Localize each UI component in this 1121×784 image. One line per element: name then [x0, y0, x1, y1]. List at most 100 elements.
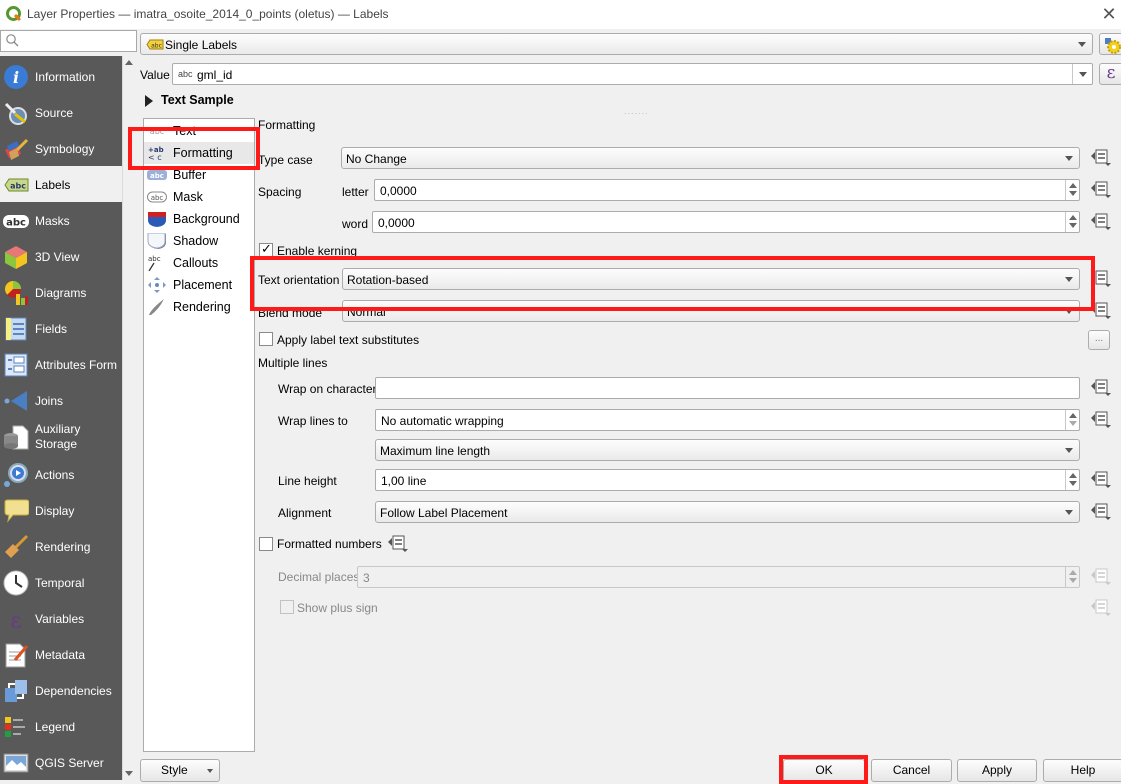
- sidebar-item-source[interactable]: Source: [0, 94, 122, 130]
- labels-icon: abc: [4, 178, 29, 192]
- data-defined-override-button[interactable]: [1090, 301, 1114, 323]
- data-defined-override-button[interactable]: [1090, 567, 1114, 589]
- decimal-places-spinner[interactable]: [1065, 567, 1079, 587]
- spin-up-icon[interactable]: [1069, 215, 1077, 220]
- sidebar-item-display[interactable]: Display: [0, 492, 122, 528]
- sidebar-item-labels[interactable]: abc Labels: [0, 166, 122, 202]
- sidebar-scrollbar[interactable]: [122, 56, 136, 780]
- word-spacing-input[interactable]: 0,0000: [372, 211, 1080, 233]
- sidebar-item-dependencies[interactable]: Dependencies: [0, 672, 122, 708]
- help-button[interactable]: Help: [1043, 759, 1121, 782]
- sidebar-item-masks[interactable]: abc Masks: [0, 202, 122, 238]
- spin-up-icon[interactable]: [1069, 183, 1077, 188]
- tab-callouts[interactable]: abc Callouts: [144, 252, 254, 274]
- letter-spacing-input[interactable]: 0,0000: [374, 179, 1080, 201]
- show-plus-sign-checkbox[interactable]: [280, 600, 294, 614]
- sidebar-item-diagrams[interactable]: Diagrams: [0, 274, 122, 310]
- spin-down-icon[interactable]: [1069, 578, 1077, 583]
- wrap-mode-select[interactable]: Maximum line length: [375, 439, 1080, 461]
- data-defined-override-button[interactable]: [1090, 180, 1114, 202]
- tab-mask[interactable]: abc Mask: [144, 186, 254, 208]
- sidebar-item-label: Actions: [35, 468, 75, 482]
- apply-substitutes-checkbox[interactable]: [259, 332, 273, 346]
- sidebar-item-actions[interactable]: Actions: [0, 456, 122, 492]
- scroll-up-icon[interactable]: [125, 60, 133, 65]
- alignment-select[interactable]: Follow Label Placement: [375, 501, 1080, 523]
- sidebar-item-auxiliary-storage[interactable]: Auxiliary Storage: [0, 418, 122, 454]
- sidebar-item-metadata[interactable]: Metadata: [0, 636, 122, 672]
- data-defined-override-button[interactable]: [1090, 378, 1114, 400]
- sidebar-item-attributes-form[interactable]: Attributes Form: [0, 346, 122, 382]
- tab-shadow[interactable]: Shadow: [144, 230, 254, 252]
- data-defined-override-button[interactable]: [1090, 410, 1114, 432]
- spin-down-icon[interactable]: [1069, 223, 1077, 228]
- sidebar-item-symbology[interactable]: Symbology: [0, 130, 122, 166]
- apply-button[interactable]: Apply: [957, 759, 1037, 782]
- spin-up-icon[interactable]: [1069, 473, 1077, 478]
- spin-down-icon[interactable]: [1069, 481, 1077, 486]
- splitter-handle[interactable]: .......: [624, 106, 649, 116]
- sidebar-item-label: Legend: [35, 720, 76, 734]
- tab-placement[interactable]: Placement: [144, 274, 254, 296]
- tab-label: Rendering: [173, 300, 231, 314]
- sidebar-item-variables[interactable]: ε Variables: [0, 600, 122, 636]
- expression-button[interactable]: ε: [1099, 63, 1121, 85]
- value-field-select[interactable]: abc gml_id: [172, 63, 1093, 85]
- decimal-places-input[interactable]: 3: [357, 566, 1080, 588]
- enable-kerning-checkbox[interactable]: ✓: [259, 241, 273, 257]
- single-labels-icon: abc: [146, 39, 164, 50]
- display-icon: [4, 499, 29, 523]
- tab-rendering[interactable]: Rendering: [144, 296, 254, 318]
- tab-buffer[interactable]: abc Buffer: [144, 164, 254, 186]
- text-orientation-select[interactable]: Rotation-based: [342, 268, 1080, 290]
- data-defined-override-button[interactable]: [1090, 269, 1114, 291]
- diagrams-icon: [5, 281, 28, 305]
- data-defined-override-button[interactable]: [1090, 148, 1114, 170]
- wrap-lines-to-input[interactable]: No automatic wrapping: [375, 409, 1080, 431]
- data-defined-override-button[interactable]: [1090, 502, 1114, 524]
- data-defined-override-button[interactable]: [1090, 470, 1114, 492]
- letter-spacing-spinner[interactable]: [1065, 180, 1079, 200]
- blend-mode-select[interactable]: Normal: [342, 300, 1080, 322]
- spin-down-icon[interactable]: [1069, 191, 1077, 196]
- ok-button[interactable]: OK: [783, 759, 865, 782]
- sidebar-item-label: Temporal: [35, 576, 85, 590]
- tab-formatting[interactable]: +ab < c Formatting: [144, 142, 254, 164]
- sidebar-search-input[interactable]: [0, 30, 137, 52]
- substitutes-edit-button[interactable]: ...: [1088, 330, 1110, 350]
- formatted-numbers-checkbox[interactable]: [259, 537, 273, 551]
- sidebar-item-3d-view[interactable]: 3D View: [0, 238, 122, 274]
- wrap-lines-spinner[interactable]: [1065, 410, 1079, 430]
- text-sample-toggle[interactable]: Text Sample: [161, 93, 234, 107]
- cancel-button[interactable]: Cancel: [871, 759, 952, 782]
- data-defined-override-button[interactable]: [1090, 212, 1114, 234]
- line-height-input[interactable]: 1,00 line: [375, 469, 1080, 491]
- sidebar-item-joins[interactable]: Joins: [0, 382, 122, 418]
- sidebar-item-qgis-server[interactable]: QGIS Server: [0, 744, 122, 780]
- sidebar-item-rendering[interactable]: Rendering: [0, 528, 122, 564]
- style-menu-button[interactable]: Style: [140, 759, 220, 782]
- wrap-on-character-input[interactable]: [375, 377, 1080, 399]
- tab-text[interactable]: abc Text: [144, 120, 254, 142]
- data-defined-override-button[interactable]: [1090, 598, 1114, 620]
- labels-mode-select[interactable]: abc Single Labels: [140, 33, 1093, 55]
- spin-down-icon[interactable]: [1069, 421, 1077, 426]
- line-height-spinner[interactable]: [1065, 470, 1079, 490]
- sidebar-item-information[interactable]: i Information: [0, 58, 122, 94]
- expand-triangle-icon[interactable]: [145, 95, 153, 107]
- tab-background[interactable]: Background: [144, 208, 254, 230]
- sidebar-item-label: Diagrams: [35, 286, 87, 300]
- spin-up-icon[interactable]: [1069, 570, 1077, 575]
- type-case-select[interactable]: No Change: [341, 147, 1080, 169]
- sidebar-item-fields[interactable]: Fields: [0, 310, 122, 346]
- spin-up-icon[interactable]: [1069, 413, 1077, 418]
- sidebar-item-label: Fields: [35, 322, 68, 336]
- close-button[interactable]: ✕: [1098, 3, 1120, 25]
- sidebar-item-legend[interactable]: Legend: [0, 708, 122, 744]
- sidebar-item-temporal[interactable]: Temporal: [0, 564, 122, 600]
- value-dropdown-button[interactable]: [1072, 64, 1092, 84]
- scroll-down-icon[interactable]: [125, 771, 133, 776]
- word-spacing-spinner[interactable]: [1065, 212, 1079, 232]
- data-defined-override-button[interactable]: [387, 534, 411, 556]
- label-settings-button[interactable]: [1099, 33, 1121, 55]
